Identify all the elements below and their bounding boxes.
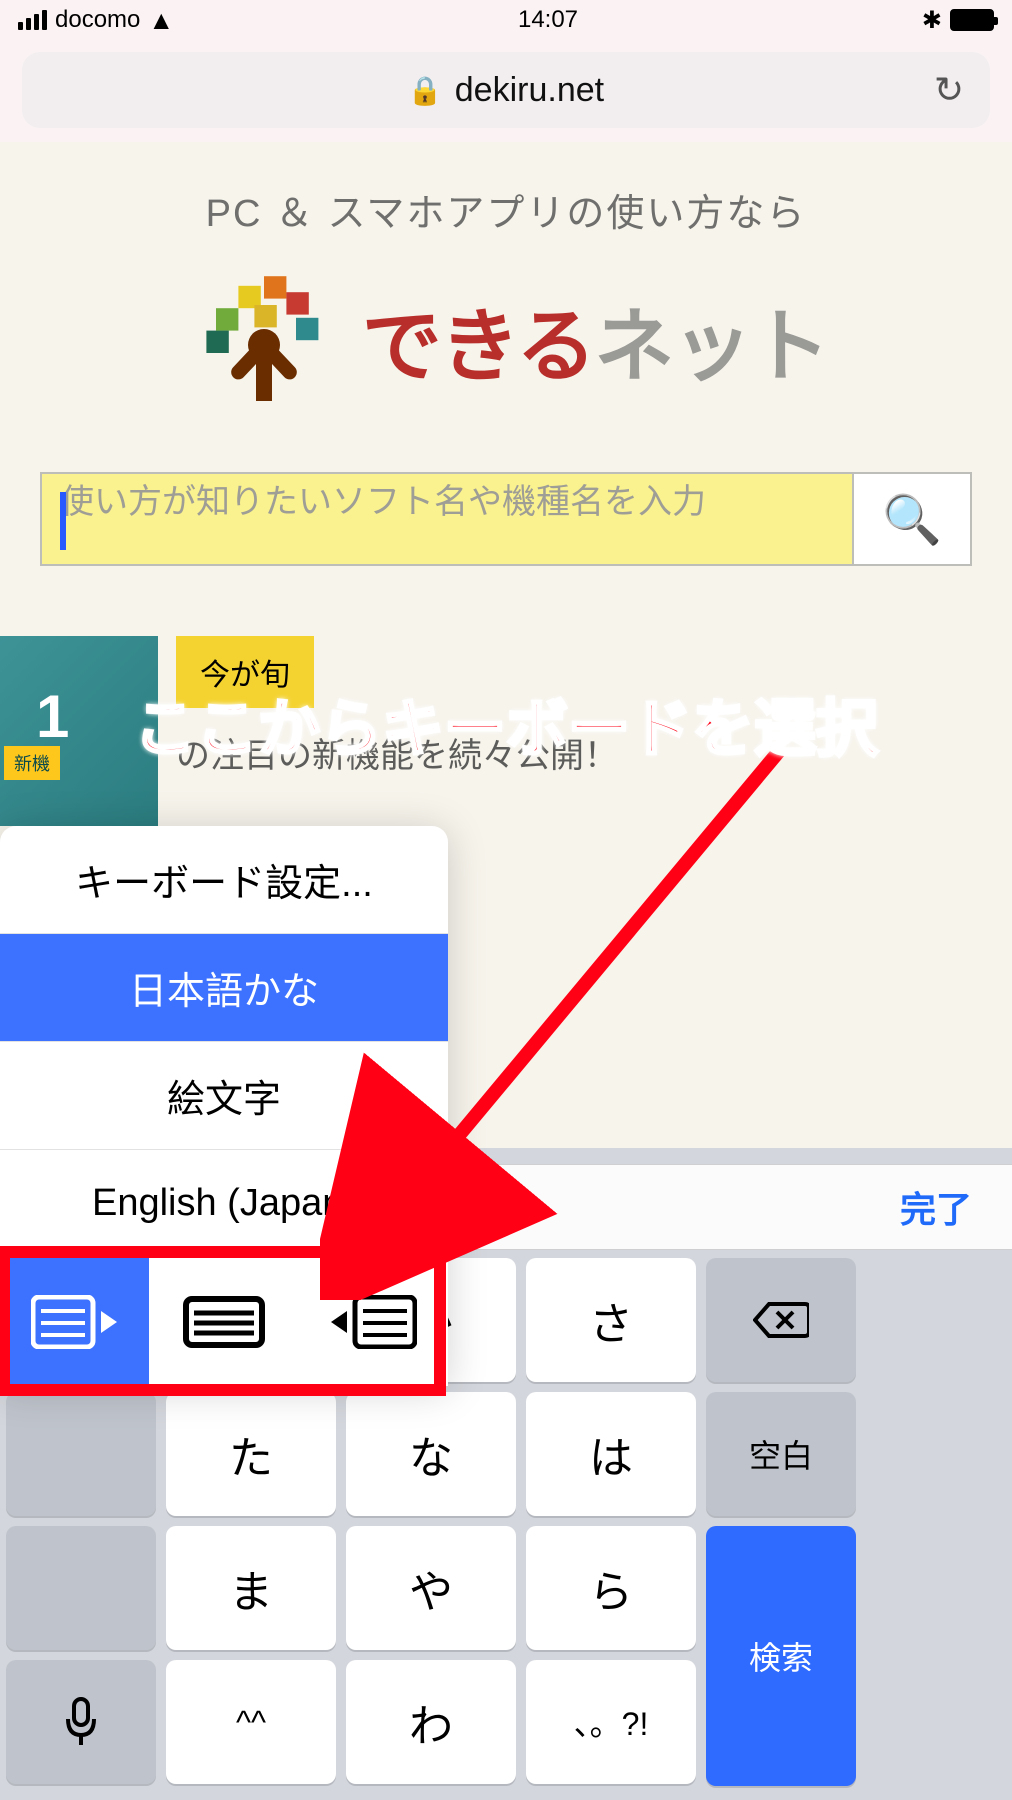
key-mic[interactable] bbox=[6, 1660, 156, 1784]
lock-icon: 🔒 bbox=[408, 74, 443, 107]
key-wa[interactable]: わ bbox=[346, 1660, 516, 1784]
keyboard-mode-left[interactable] bbox=[0, 1258, 149, 1386]
key-ha[interactable]: は bbox=[526, 1392, 696, 1516]
text-cursor bbox=[60, 492, 66, 550]
article-thumbnail: 1 新機 bbox=[0, 636, 158, 826]
trending-badge: 今が旬 bbox=[176, 636, 314, 708]
keyboard-mode-right[interactable] bbox=[299, 1258, 448, 1386]
key-left[interactable] bbox=[6, 1392, 156, 1516]
signal-icon bbox=[18, 10, 47, 30]
keyboard-picker-menu: キーボード設定... 日本語かな 絵文字 English (Japan) bbox=[0, 826, 448, 1386]
tagline: PC ＆ スマホアプリの使い方なら bbox=[0, 182, 1012, 237]
article-text: の注目の新機能を続々公開！ bbox=[176, 734, 618, 780]
clock: 14:07 bbox=[518, 6, 578, 34]
url-domain: dekiru.net bbox=[455, 71, 604, 110]
search-button[interactable]: 🔍 bbox=[852, 472, 972, 566]
brand-gray: ネット bbox=[594, 302, 828, 391]
key-ya[interactable]: や bbox=[346, 1526, 516, 1650]
keyboard-option-emoji[interactable]: 絵文字 bbox=[0, 1042, 448, 1150]
browser-chrome: 🔒 dekiru.net ↻ bbox=[0, 40, 1012, 142]
done-button[interactable]: 完了 bbox=[900, 1181, 972, 1233]
key-space[interactable]: 空白 bbox=[706, 1392, 856, 1516]
carrier-label: docomo bbox=[55, 6, 140, 34]
key-ra[interactable]: ら bbox=[526, 1526, 696, 1650]
key-search[interactable]: 検索 bbox=[706, 1526, 856, 1786]
key-punct[interactable]: 、。?! bbox=[526, 1660, 696, 1784]
thumb-tag: 新機 bbox=[4, 746, 60, 780]
keyboard-option-english[interactable]: English (Japan) bbox=[0, 1150, 448, 1258]
key-sa[interactable]: さ bbox=[526, 1258, 696, 1382]
site-logo[interactable]: できるネット bbox=[0, 257, 1012, 422]
wifi-icon: ▲ bbox=[148, 5, 174, 36]
url-bar[interactable]: 🔒 dekiru.net ↻ bbox=[22, 52, 990, 128]
search-placeholder: 使い方が知りたいソフト名や機種名を入力 bbox=[60, 483, 706, 521]
keyboard-mode-full[interactable] bbox=[149, 1258, 298, 1386]
bluetooth-icon: ✱ bbox=[922, 6, 942, 35]
tree-icon bbox=[184, 257, 344, 422]
keyboard-settings-item[interactable]: キーボード設定... bbox=[0, 826, 448, 934]
key-kaomoji[interactable]: ^^ bbox=[166, 1660, 336, 1784]
brand-red: できる bbox=[362, 302, 594, 391]
key-na[interactable]: な bbox=[346, 1392, 516, 1516]
keyboard-option-kana[interactable]: 日本語かな bbox=[0, 934, 448, 1042]
search-icon: 🔍 bbox=[882, 491, 942, 548]
featured-article[interactable]: 1 新機 今が旬 の注目の新機能を続々公開！ bbox=[0, 636, 1012, 826]
status-bar: docomo ▲ 14:07 ✱ bbox=[0, 0, 1012, 40]
key-ta[interactable]: た bbox=[166, 1392, 336, 1516]
web-page: PC ＆ スマホアプリの使い方なら できるネット bbox=[0, 142, 1012, 826]
search-input[interactable]: 使い方が知りたいソフト名や機種名を入力 bbox=[40, 472, 852, 566]
reload-icon[interactable]: ↻ bbox=[934, 69, 964, 111]
key-ma[interactable]: ま bbox=[166, 1526, 336, 1650]
key-mode[interactable] bbox=[6, 1526, 156, 1650]
battery-icon bbox=[950, 9, 994, 31]
key-delete[interactable] bbox=[706, 1258, 856, 1382]
